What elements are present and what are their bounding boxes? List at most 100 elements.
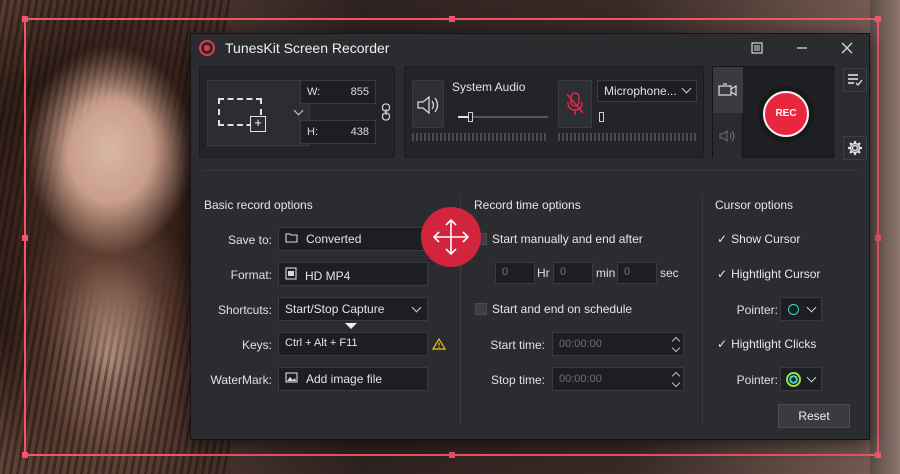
- shortcuts-value: Start/Stop Capture: [285, 302, 385, 316]
- watermark-value: Add image file: [306, 372, 383, 386]
- manual-end-label: Start manually and end after: [492, 232, 643, 246]
- click-pointer-select[interactable]: [780, 367, 822, 391]
- warning-icon: [432, 338, 446, 350]
- highlight-cursor-label: Hightlight Cursor: [731, 267, 821, 281]
- chevron-down-icon: [293, 105, 304, 116]
- save-to-field[interactable]: Converted: [278, 227, 428, 251]
- minimize-button[interactable]: [788, 38, 816, 58]
- recording-history-button[interactable]: [843, 68, 867, 92]
- checkmark-icon: ✓: [717, 267, 728, 281]
- stop-time-value: 00:00:00: [559, 373, 602, 385]
- height-field[interactable]: H: 438: [300, 120, 376, 144]
- chevron-down-icon: [806, 302, 817, 313]
- format-field[interactable]: HD MP4: [278, 262, 428, 286]
- close-icon: [841, 42, 853, 54]
- rec-button[interactable]: REC: [763, 91, 809, 137]
- save-to-label: Save to:: [227, 233, 272, 247]
- cursor-pointer-select[interactable]: [780, 297, 822, 321]
- chevron-down-icon: [681, 83, 692, 94]
- list-icon: [751, 42, 763, 54]
- basic-options-title: Basic record options: [204, 198, 313, 212]
- format-label: Format:: [230, 268, 272, 282]
- watermark-field[interactable]: Add image file: [278, 367, 428, 391]
- hours-input[interactable]: 0: [495, 262, 535, 284]
- camera-icon: [718, 83, 737, 97]
- hours-value: 0: [502, 266, 509, 278]
- close-button[interactable]: [833, 38, 861, 58]
- start-time-input[interactable]: 00:00:00: [552, 332, 684, 356]
- speaker-icon: [417, 95, 439, 115]
- resize-handle-left[interactable]: [22, 235, 28, 241]
- width-field[interactable]: W: 855: [300, 80, 376, 104]
- region-panel: + W: 855 H: 438: [199, 66, 395, 158]
- keys-field[interactable]: Ctrl + Alt + F11: [278, 332, 428, 356]
- height-value: 438: [350, 126, 369, 138]
- seconds-input[interactable]: 0: [617, 262, 657, 284]
- minutes-input[interactable]: 0: [553, 262, 593, 284]
- start-time-label: Start time:: [490, 338, 545, 352]
- resize-handle-top[interactable]: [449, 16, 455, 22]
- video-mode-button[interactable]: [713, 67, 743, 113]
- show-cursor-checkbox[interactable]: ✓ Show Cursor: [717, 232, 800, 246]
- highlight-cursor-checkbox[interactable]: ✓ Hightlight Cursor: [717, 267, 820, 281]
- microphone-select-value: Microphone...: [604, 84, 677, 98]
- list-check-icon: [848, 74, 863, 87]
- system-audio-label: System Audio: [452, 80, 526, 94]
- microphone-level-meter: [558, 133, 698, 141]
- shortcuts-label: Shortcuts:: [217, 303, 272, 317]
- chevron-down-icon: [411, 302, 422, 313]
- spin-down-icon[interactable]: [671, 378, 681, 388]
- chevron-down-icon: [806, 372, 817, 383]
- folder-icon: [285, 232, 298, 246]
- system-audio-slider-thumb[interactable]: [468, 112, 473, 122]
- reset-button[interactable]: Reset: [778, 404, 850, 428]
- system-audio-button[interactable]: [412, 80, 444, 128]
- settings-button[interactable]: [843, 136, 867, 160]
- gear-icon: [848, 141, 862, 155]
- save-to-value: Converted: [306, 232, 362, 246]
- microphone-button[interactable]: [558, 80, 592, 128]
- image-icon: [285, 372, 298, 386]
- resize-handle-right[interactable]: [875, 235, 881, 241]
- spin-down-icon[interactable]: [671, 343, 681, 353]
- click-pointer-label: Pointer:: [736, 373, 778, 387]
- dropdown-pointer-icon: [345, 323, 357, 329]
- width-value: 855: [350, 86, 369, 98]
- title-bar[interactable]: TunesKit Screen Recorder: [191, 34, 869, 62]
- resize-handle-bottom[interactable]: [449, 452, 455, 458]
- watermark-label: WaterMark:: [210, 373, 272, 387]
- checkmark-icon: ✓: [717, 337, 728, 351]
- seconds-value: 0: [624, 266, 631, 278]
- keys-value: Ctrl + Alt + F11: [285, 337, 358, 349]
- plus-icon: +: [250, 116, 266, 132]
- microphone-select[interactable]: Microphone...: [597, 80, 697, 102]
- microphone-slider-thumb[interactable]: [599, 112, 604, 122]
- resize-handle-bottom-right[interactable]: [875, 452, 881, 458]
- highlight-ring-icon: [788, 304, 799, 315]
- resize-handle-bottom-left[interactable]: [22, 452, 28, 458]
- microphone-muted-icon: [566, 92, 584, 115]
- show-cursor-label: Show Cursor: [731, 232, 801, 246]
- schedule-checkbox[interactable]: [475, 303, 487, 315]
- checkmark-icon: ✓: [717, 232, 728, 246]
- height-label: H:: [307, 126, 318, 138]
- select-region-button[interactable]: +: [207, 80, 291, 146]
- shortcuts-select[interactable]: Start/Stop Capture: [278, 297, 428, 321]
- click-ring-icon: [786, 372, 801, 387]
- stop-time-input[interactable]: 00:00:00: [552, 367, 684, 391]
- move-handle[interactable]: [421, 207, 481, 267]
- recorder-window: TunesKit Screen Recorder + W: 855 H: 438…: [190, 33, 870, 440]
- app-logo-icon: [199, 40, 215, 56]
- seconds-unit: sec: [660, 266, 679, 280]
- width-label: W:: [307, 86, 321, 98]
- keys-label: Keys:: [241, 338, 272, 352]
- resize-handle-top-left[interactable]: [22, 16, 28, 22]
- pointer-label: Pointer:: [736, 303, 778, 317]
- link-aspect-icon[interactable]: [381, 103, 391, 121]
- resize-handle-top-right[interactable]: [875, 16, 881, 22]
- audio-mode-button[interactable]: [713, 113, 743, 159]
- highlight-clicks-label: Hightlight Clicks: [731, 337, 817, 351]
- cursor-options-title: Cursor options: [715, 198, 794, 212]
- menu-button[interactable]: [743, 38, 771, 58]
- highlight-clicks-checkbox[interactable]: ✓ Hightlight Clicks: [717, 337, 816, 351]
